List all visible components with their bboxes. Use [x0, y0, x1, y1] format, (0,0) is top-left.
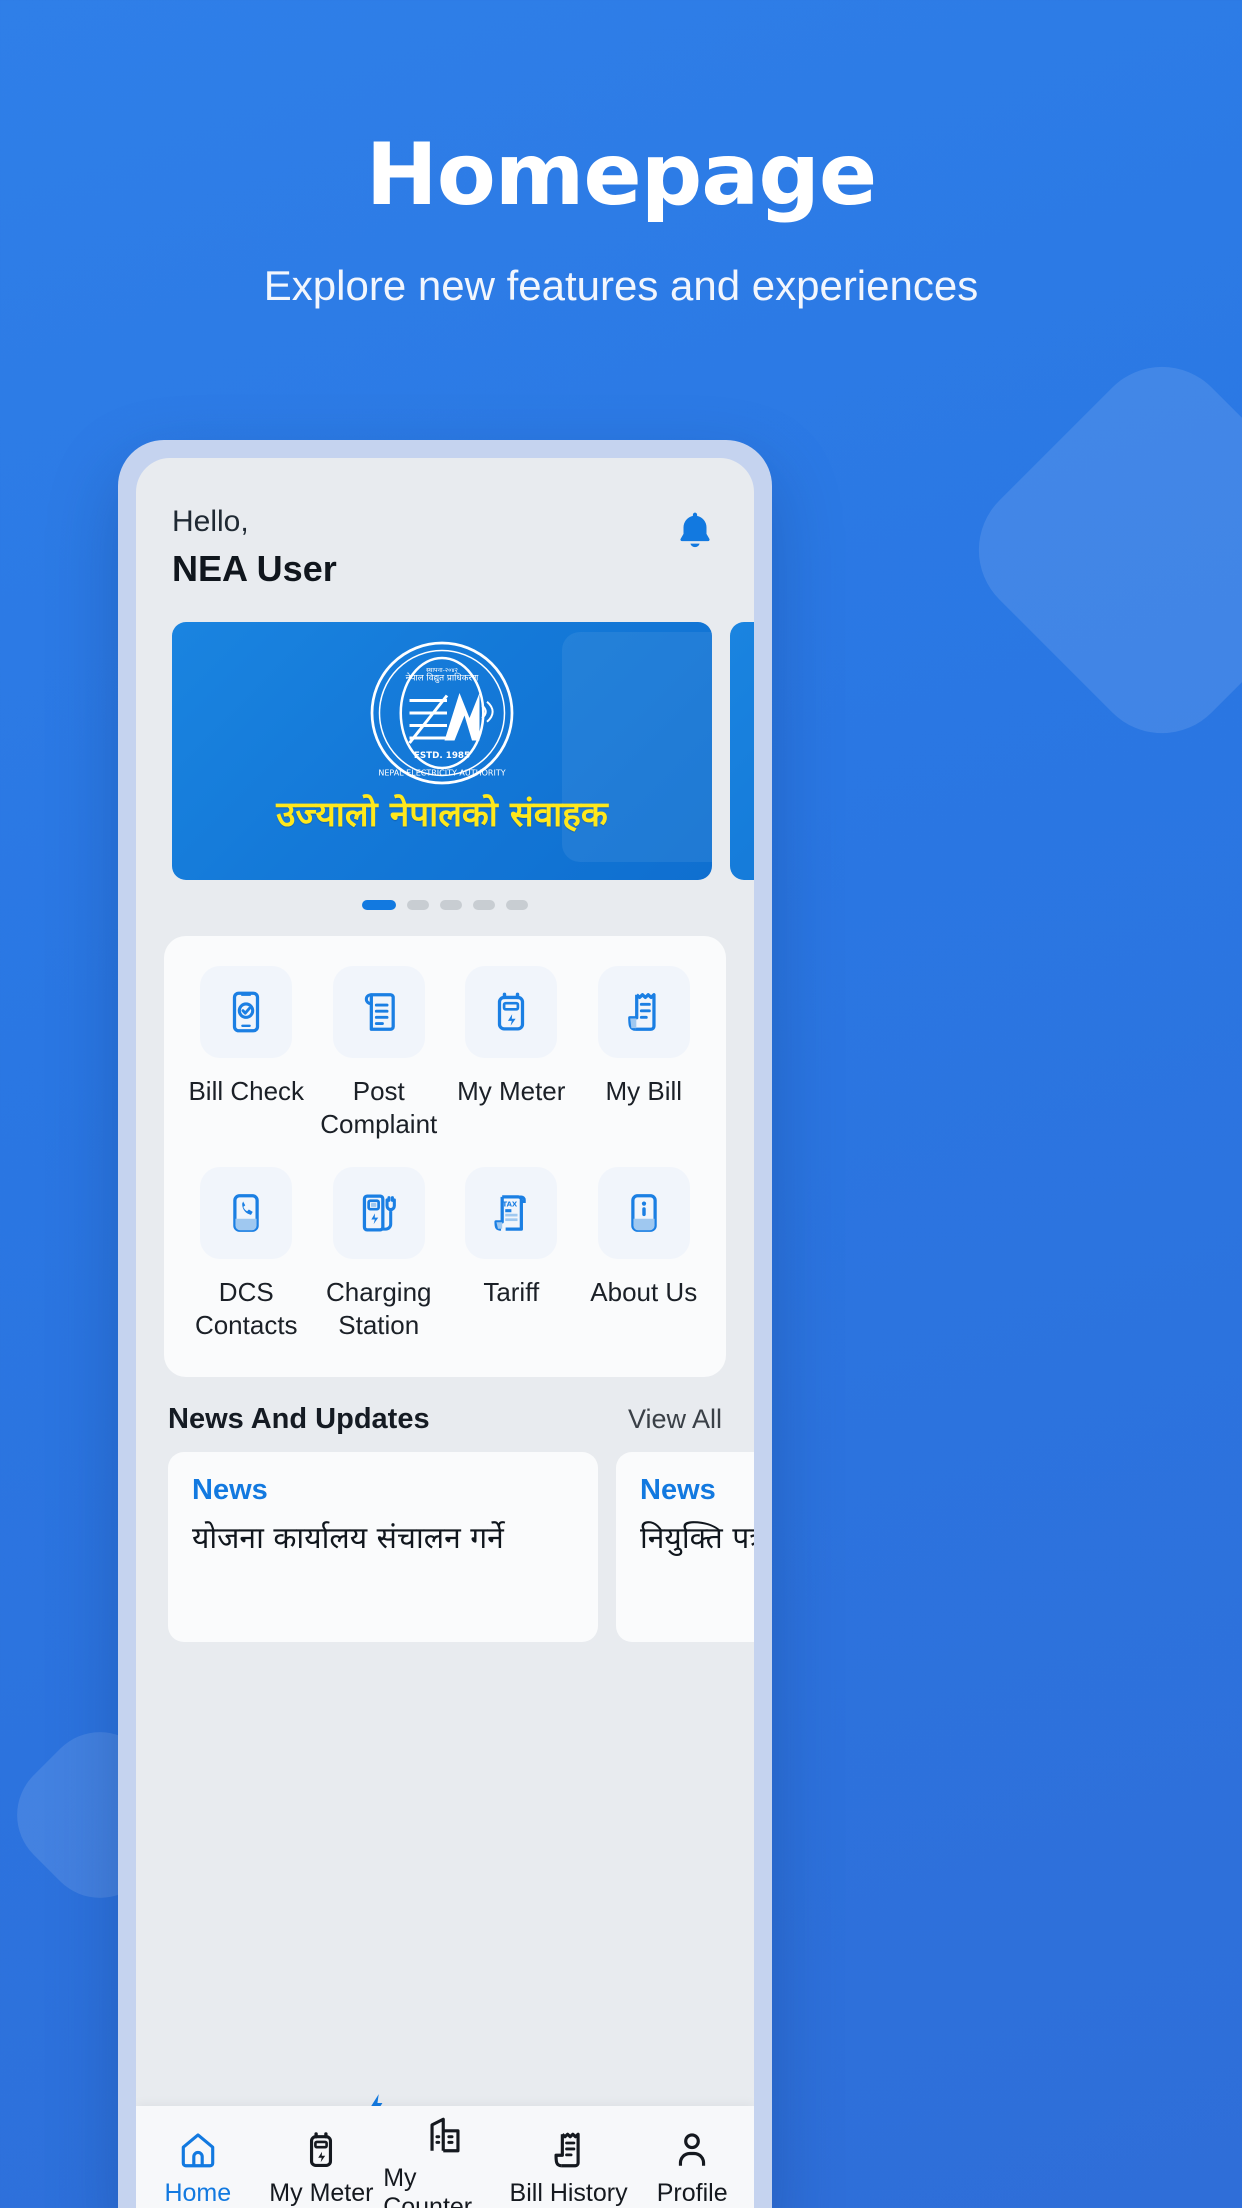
app-screen: Hello, NEA User नेपाल विद्युत प्राधिकरण … — [136, 458, 754, 2208]
carousel-dot-4[interactable] — [473, 899, 495, 910]
tax-document-icon: TAX — [494, 1195, 527, 1231]
quick-action-label: Bill Check — [188, 1075, 305, 1106]
quick-action-label: Tariff — [483, 1277, 540, 1308]
banner-carousel[interactable]: नेपाल विद्युत प्राधिकरण स्थापना-२०४२ EST… — [136, 621, 754, 880]
icon-wrap — [597, 965, 690, 1058]
nav-item-bill-history[interactable]: Bill History — [507, 2129, 631, 2208]
quick-action-label: My Meter — [457, 1075, 566, 1106]
phone-mockup: Hello, NEA User नेपाल विद्युत प्राधिकरण … — [118, 440, 772, 2208]
home-icon — [181, 2132, 215, 2167]
quick-actions-row-2: DCS Contacts Charging Station TAX Tariff… — [180, 1167, 710, 1343]
nav-label: My Meter — [269, 2178, 374, 2207]
greeting-header: Hello, NEA User — [136, 458, 754, 596]
nav-item-profile[interactable]: Profile — [630, 2129, 754, 2208]
phone-call-icon — [233, 1194, 259, 1232]
quick-action-label: My Bill — [605, 1075, 683, 1106]
quick-action-my-bill[interactable]: My Bill — [578, 965, 711, 1142]
quick-actions-row-1: Bill Check Post Complaint My Meter My Bi… — [180, 965, 711, 1142]
phone-check-icon — [233, 991, 260, 1032]
nav-label: Profile — [656, 2178, 728, 2207]
greeting-hello: Hello, — [172, 505, 249, 538]
icon-wrap — [332, 1167, 425, 1260]
meter-icon — [310, 2131, 333, 2167]
info-book-icon — [631, 1194, 657, 1232]
quick-action-bill-check[interactable]: Bill Check — [180, 965, 313, 1142]
nav-item-my-counter[interactable]: My Counter — [383, 2114, 507, 2208]
nav-label: Home — [164, 2178, 232, 2207]
quick-action-dcs-contacts[interactable]: DCS Contacts — [180, 1167, 313, 1343]
quick-action-charging-station[interactable]: Charging Station — [313, 1167, 446, 1343]
carousel-dot-1[interactable] — [362, 899, 396, 910]
banner-next-headline: 24 — [730, 700, 754, 760]
news-card-text: नियुक्ति पत्र ब — [640, 1520, 754, 1556]
quick-action-label: DCS Contacts — [194, 1277, 298, 1341]
building-icon — [430, 2117, 460, 2153]
svg-text:स्थापना-२०४२: स्थापना-२०४२ — [426, 666, 458, 673]
banner-slide-next[interactable]: 24 Electricity Services — [730, 621, 754, 880]
news-section-title: News And Updates — [168, 1402, 430, 1435]
quick-action-label: Charging Station — [325, 1277, 432, 1341]
document-scroll-icon — [364, 992, 395, 1031]
greeting-username: NEA User — [172, 547, 337, 589]
quick-action-about-us[interactable]: About Us — [578, 1167, 711, 1343]
news-view-all-link[interactable]: View All — [628, 1404, 722, 1435]
bottom-navigation: Home My Meter My Counter Bill History Pr… — [136, 2106, 754, 2208]
nav-item-home[interactable]: Home — [136, 2129, 260, 2208]
quick-action-tariff[interactable]: TAX Tariff — [445, 1167, 578, 1343]
news-card-list[interactable]: News योजना कार्यालय संचालन गर्ने News नि… — [168, 1451, 754, 1642]
icon-wrap — [200, 1167, 293, 1260]
news-section-header: News And Updates View All — [168, 1403, 722, 1436]
decorative-diamond-right — [949, 337, 1242, 763]
page-title: Homepage — [365, 125, 877, 225]
svg-text:TAX: TAX — [503, 1201, 518, 1209]
quick-actions-card: Bill Check Post Complaint My Meter My Bi… — [164, 935, 726, 1377]
svg-text:ESTD. 1985: ESTD. 1985 — [414, 751, 470, 761]
news-card[interactable]: News योजना कार्यालय संचालन गर्ने — [168, 1451, 598, 1642]
quick-action-post-complaint[interactable]: Post Complaint — [313, 965, 446, 1142]
svg-text:NEPAL ELECTRICITY AUTHORITY: NEPAL ELECTRICITY AUTHORITY — [378, 768, 505, 777]
svg-text:नेपाल विद्युत प्राधिकरण: नेपाल विद्युत प्राधिकरण — [406, 672, 479, 683]
icon-wrap — [200, 965, 293, 1058]
receipt-icon — [554, 2132, 580, 2167]
person-icon — [679, 2132, 706, 2166]
news-card-tag: News — [640, 1473, 716, 1506]
nav-label: Bill History — [509, 2178, 628, 2207]
carousel-dots[interactable] — [136, 899, 754, 910]
banner-slide-nea[interactable]: नेपाल विद्युत प्राधिकरण स्थापना-२०४२ EST… — [172, 621, 712, 880]
news-card-tag: News — [192, 1473, 268, 1506]
ev-charger-icon — [362, 1194, 396, 1232]
quick-action-my-meter[interactable]: My Meter — [445, 965, 578, 1142]
carousel-dot-5[interactable] — [506, 899, 528, 910]
page-subtitle: Explore new features and experiences — [263, 262, 979, 309]
nav-item-my-meter[interactable]: My Meter — [260, 2129, 384, 2208]
icon-wrap — [332, 965, 425, 1058]
news-card-text: योजना कार्यालय संचालन गर्ने — [192, 1520, 504, 1556]
icon-wrap — [597, 1167, 690, 1260]
nav-label: My Counter — [383, 2164, 473, 2208]
carousel-dot-3[interactable] — [440, 899, 462, 910]
quick-action-label: Post Complaint — [320, 1075, 438, 1139]
meter-icon — [498, 992, 525, 1030]
banner-next-subtext: Electricity Services — [730, 768, 754, 794]
news-card[interactable]: News नियुक्ति पत्र ब — [616, 1451, 754, 1642]
banner-slogan: उज्यालो नेपालको संवाहक — [276, 794, 608, 835]
icon-wrap — [465, 965, 558, 1058]
promo-header: Homepage Explore new features and experi… — [0, 132, 1242, 313]
receipt-icon — [627, 992, 656, 1031]
bell-icon[interactable] — [672, 508, 718, 554]
quick-action-label: About Us — [590, 1277, 698, 1308]
icon-wrap: TAX — [465, 1167, 558, 1260]
carousel-dot-2[interactable] — [407, 899, 429, 910]
nea-logo-icon: नेपाल विद्युत प्राधिकरण स्थापना-२०४२ EST… — [370, 641, 514, 784]
